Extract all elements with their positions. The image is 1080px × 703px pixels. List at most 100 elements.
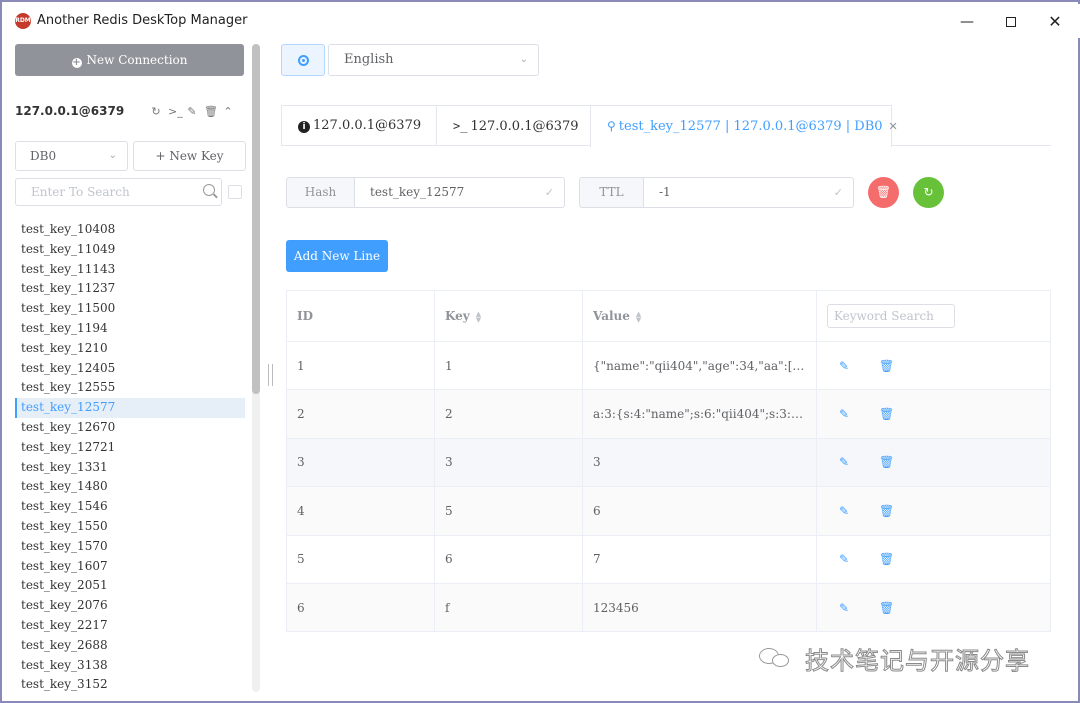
key-item[interactable]: test_key_3152 — [15, 675, 245, 695]
key-item[interactable]: test_key_1210 — [15, 339, 245, 359]
key-item[interactable]: test_key_1570 — [15, 537, 245, 557]
close-tab-icon[interactable]: ✕ — [889, 120, 898, 133]
tab-label: 127.0.0.1@6379 — [470, 119, 579, 134]
edit-icon[interactable]: ✎ — [837, 601, 851, 615]
keyword-search-input[interactable]: Keyword Search — [827, 304, 955, 328]
check-icon[interactable]: ✓ — [834, 178, 843, 207]
tab-key-detail[interactable]: ⚲ test_key_12577 | 127.0.0.1@6379 | DB0 ✕ — [590, 105, 898, 147]
key-item[interactable]: test_key_2217 — [15, 616, 245, 636]
language-select-value: English — [344, 52, 394, 67]
cell-value: 123456 — [582, 582, 817, 633]
key-item[interactable]: test_key_1546 — [15, 497, 245, 517]
table-row: 6 f 123456 ✎ 🗑 — [286, 582, 1051, 633]
tab-label: 127.0.0.1@6379 — [313, 118, 422, 133]
minimize-button[interactable]: — — [944, 8, 990, 36]
trash-icon[interactable]: 🗑 — [879, 359, 894, 373]
settings-button[interactable] — [281, 44, 325, 76]
key-item[interactable]: test_key_12670 — [15, 418, 245, 438]
tab-label: test_key_12577 | 127.0.0.1@6379 | DB0 — [618, 119, 883, 134]
column-header-key[interactable]: Key ▲ ▼ — [434, 290, 583, 342]
delete-icon[interactable]: 🗑 — [204, 106, 218, 118]
connection-actions: ↻ >_ ✎ 🗑 ⌃ — [150, 106, 234, 118]
terminal-icon[interactable]: >_ — [168, 106, 183, 118]
key-item[interactable]: test_key_11143 — [15, 260, 245, 280]
refresh-icon[interactable]: ↻ — [150, 106, 162, 118]
chevron-up-icon[interactable]: ⌃ — [222, 106, 234, 118]
cell-key: f — [434, 582, 583, 633]
exact-search-checkbox[interactable] — [228, 185, 242, 199]
search-icon[interactable] — [203, 184, 215, 196]
plus-circle-icon: + — [71, 57, 82, 68]
title-bar: RDM Another Redis DeskTop Manager — ✕ — [4, 4, 1080, 38]
watermark: 技术笔记与开源分享 — [759, 640, 1030, 676]
app-window: RDM Another Redis DeskTop Manager — ✕ + N… — [0, 0, 1080, 703]
key-item[interactable]: test_key_1194 — [15, 319, 245, 339]
check-icon[interactable]: ✓ — [545, 178, 554, 207]
cell-key: 2 — [434, 389, 583, 439]
cell-id: 5 — [286, 534, 435, 584]
db-select[interactable]: DB0 ⌄ — [15, 141, 128, 171]
cell-value: 6 — [582, 486, 817, 536]
language-select[interactable]: English ⌄ — [328, 44, 539, 76]
key-item[interactable]: test_key_10408 — [15, 220, 245, 240]
key-name-input[interactable]: test_key_12577 ✓ — [354, 177, 565, 208]
info-icon: i — [298, 121, 310, 133]
trash-icon[interactable]: 🗑 — [879, 455, 894, 469]
key-item[interactable]: test_key_11500 — [15, 299, 245, 319]
key-item-active[interactable]: test_key_12577 — [15, 398, 245, 418]
column-header-value[interactable]: Value ▲ ▼ — [582, 290, 817, 342]
trash-icon[interactable]: 🗑 — [879, 601, 894, 615]
edit-icon[interactable]: ✎ — [837, 359, 851, 373]
key-item[interactable]: test_key_12555 — [15, 378, 245, 398]
ttl-value: -1 — [659, 185, 671, 199]
key-item[interactable]: test_key_1607 — [15, 557, 245, 577]
table-row: 2 2 a:3:{s:4:"name";s:6:"qii404";s:3:"ag… — [286, 389, 1051, 439]
new-key-button[interactable]: + New Key — [133, 141, 246, 171]
edit-icon[interactable]: ✎ — [837, 407, 851, 421]
key-item[interactable]: test_key_12405 — [15, 359, 245, 379]
key-item[interactable]: test_key_11237 — [15, 279, 245, 299]
refresh-key-button[interactable]: ↻ — [913, 177, 944, 208]
key-item[interactable]: test_key_2051 — [15, 576, 245, 596]
table-row: 5 6 7 ✎ 🗑 — [286, 534, 1051, 584]
key-item[interactable]: test_key_2076 — [15, 596, 245, 616]
key-item[interactable]: test_key_1480 — [15, 477, 245, 497]
key-item[interactable]: test_key_1331 — [15, 458, 245, 478]
cell-id: 4 — [286, 486, 435, 536]
sort-caret-icon[interactable]: ▲ ▼ — [476, 310, 481, 323]
key-item[interactable]: test_key_12721 — [15, 438, 245, 458]
trash-icon: 🗑 — [875, 185, 892, 199]
cell-id: 3 — [286, 437, 435, 488]
key-search-input[interactable]: Enter To Search — [15, 178, 222, 206]
key-item[interactable]: test_key_3138 — [15, 656, 245, 676]
new-connection-button[interactable]: + New Connection — [15, 44, 244, 76]
close-window-button[interactable]: ✕ — [1032, 8, 1078, 36]
ttl-input[interactable]: -1 ✓ — [643, 177, 854, 208]
tab-connection-cli[interactable]: >_ 127.0.0.1@6379 — [436, 105, 591, 146]
cell-key: 1 — [434, 340, 583, 391]
maximize-button[interactable] — [988, 8, 1034, 36]
sort-caret-icon[interactable]: ▲ ▼ — [636, 310, 641, 323]
edit-icon[interactable]: ✎ — [837, 552, 851, 566]
trash-icon[interactable]: 🗑 — [879, 407, 894, 421]
delete-key-button[interactable]: 🗑 — [868, 177, 899, 208]
gear-icon — [298, 55, 309, 66]
key-item[interactable]: test_key_11049 — [15, 240, 245, 260]
wechat-icon — [759, 646, 793, 670]
trash-icon[interactable]: 🗑 — [879, 504, 894, 518]
window-title: Another Redis DeskTop Manager — [37, 13, 248, 28]
key-item[interactable]: test_key_1550 — [15, 517, 245, 537]
key-item[interactable]: test_key_2688 — [15, 636, 245, 656]
edit-icon[interactable]: ✎ — [186, 106, 198, 118]
watermark-text: 技术笔记与开源分享 — [805, 646, 1030, 675]
sidebar-scrollbar-thumb[interactable] — [252, 44, 260, 394]
trash-icon[interactable]: 🗑 — [879, 552, 894, 566]
connection-name[interactable]: 127.0.0.1@6379 — [15, 104, 124, 118]
edit-icon[interactable]: ✎ — [837, 455, 851, 469]
add-new-line-button[interactable]: Add New Line — [286, 240, 388, 272]
edit-icon[interactable]: ✎ — [837, 504, 851, 518]
tab-connection-status[interactable]: i 127.0.0.1@6379 — [281, 105, 437, 146]
terminal-icon: >_ — [453, 119, 468, 133]
sidebar-resize-handle[interactable] — [268, 364, 273, 386]
db-select-value: DB0 — [30, 149, 57, 163]
